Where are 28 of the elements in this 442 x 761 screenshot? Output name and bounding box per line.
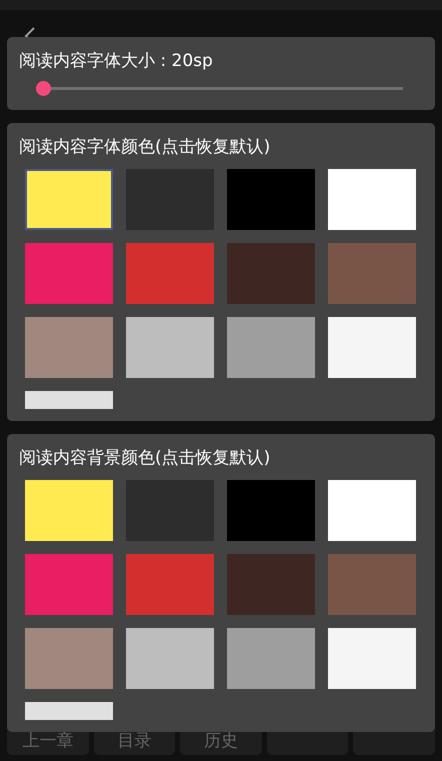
color-swatch[interactable] [328, 169, 416, 230]
font-size-label: 阅读内容字体大小 : 20sp [19, 50, 214, 73]
color-swatch[interactable] [25, 702, 113, 720]
color-swatch[interactable] [126, 554, 214, 615]
color-swatch[interactable] [126, 317, 214, 378]
color-swatch[interactable] [126, 243, 214, 304]
color-swatch[interactable] [328, 317, 416, 378]
color-swatch[interactable] [227, 554, 315, 615]
color-swatch[interactable] [227, 317, 315, 378]
color-swatch[interactable] [328, 628, 416, 689]
color-swatch[interactable] [25, 169, 113, 230]
color-swatch[interactable] [328, 480, 416, 541]
color-swatch[interactable] [25, 554, 113, 615]
color-swatch[interactable] [227, 169, 315, 230]
color-swatch[interactable] [25, 628, 113, 689]
panel-title[interactable]: 阅读内容背景颜色(点击恢复默认) [19, 446, 423, 470]
color-swatch[interactable] [126, 628, 214, 689]
color-swatch[interactable] [227, 628, 315, 689]
color-swatch[interactable] [25, 243, 113, 304]
color-swatch[interactable] [227, 480, 315, 541]
color-swatch[interactable] [328, 554, 416, 615]
color-swatch[interactable] [25, 391, 113, 409]
slider-thumb[interactable] [36, 81, 51, 96]
color-swatch[interactable] [227, 243, 315, 304]
color-swatch[interactable] [25, 480, 113, 541]
color-swatch[interactable] [25, 317, 113, 378]
color-swatch[interactable] [328, 243, 416, 304]
panel-title[interactable]: 阅读内容字体颜色(点击恢复默认) [19, 135, 423, 159]
